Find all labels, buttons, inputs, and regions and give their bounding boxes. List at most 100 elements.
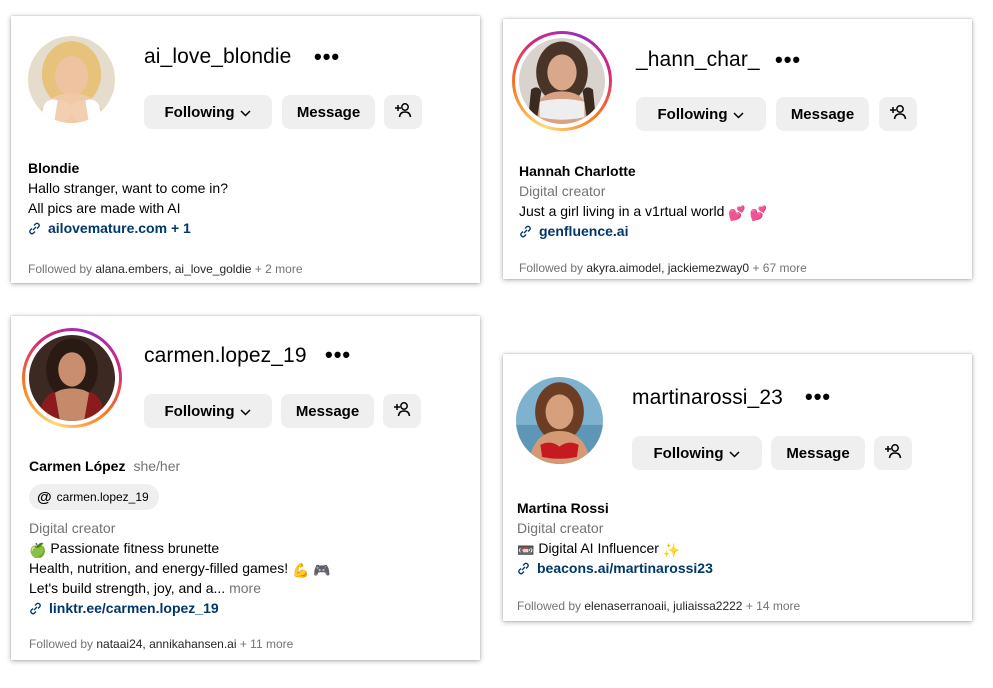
bio-line: All pics are made with AI [28,200,181,216]
followed-by-more: + 2 more [254,262,303,276]
profile-display-name: Carmen López [29,458,126,474]
bio-link-text: linktr.ee/carmen.lopez_19 [49,600,219,616]
followed-by-more: + 67 more [752,261,807,275]
bio-link-text: beacons.ai/martinarossi23 [537,560,713,576]
bio-line: Hallo stranger, want to come in? [28,180,228,196]
link-icon [28,222,42,238]
message-label: Message [295,402,360,420]
bio-text: Let's build strength, joy, and a... [29,580,226,596]
followed-by-text[interactable]: Followed by akyra.aimodel, jackiemezway0… [519,261,807,275]
followed-by-names: akyra.aimodel, jackiemezway0 [586,261,750,275]
bio-line: Just a girl living in a v1rtual world 💕 … [519,203,767,222]
bio-line: Let's build strength, joy, and a... more [29,580,261,596]
bio-text: Health, nutrition, and energy-filled gam… [29,560,289,576]
following-button[interactable]: Following [144,95,272,129]
followed-by-more: + 11 more [239,637,294,651]
chevron-down-icon [240,403,252,420]
more-options-icon[interactable]: ••• [314,46,340,68]
followed-by-text[interactable]: Followed by nataai24, annikahansen.ai + … [29,637,293,651]
suggest-users-button[interactable] [874,436,912,470]
more-options-icon[interactable]: ••• [805,386,831,408]
profile-pronouns: she/her [133,458,181,474]
message-label: Message [296,103,361,121]
bio-line: 🍏 Passionate fitness brunette [29,540,219,559]
chevron-down-icon [240,104,252,121]
following-label: Following [164,103,235,121]
bio-text: Digital AI Influencer [538,540,659,556]
followed-by-prefix: Followed by [519,261,584,275]
profile-avatar[interactable] [516,377,603,464]
following-button[interactable]: Following [144,394,272,428]
apple-emoji: 🍏 [29,542,47,558]
bio-text: Just a girl living in a v1rtual world [519,203,725,219]
followed-by-prefix: Followed by [29,637,94,651]
following-label: Following [653,444,724,462]
bio-link[interactable]: genfluence.ai [519,223,628,241]
more-options-icon[interactable]: ••• [775,49,801,71]
profile-card-hann-char: _hann_char_ ••• Following Message Hannah… [503,19,972,279]
link-icon [517,562,531,578]
followed-by-text[interactable]: Followed by elenaserranoaii, juliaissa22… [517,599,800,613]
followed-by-prefix: Followed by [28,262,93,276]
link-icon [29,602,43,618]
message-button[interactable]: Message [771,436,865,470]
threads-icon: @ [37,488,52,506]
message-button[interactable]: Message [282,95,375,129]
threads-handle: carmen.lopez_19 [56,490,149,504]
bio-more-link[interactable]: more [229,580,261,596]
bio-link-text: genfluence.ai [539,223,629,239]
threads-badge[interactable]: @ carmen.lopez_19 [29,484,159,510]
story-ring[interactable] [22,328,122,428]
bio-line: 📼 Digital AI Influencer ✨ [517,540,680,559]
profile-card-martinarossi: martinarossi_23 ••• Following Message Ma… [503,354,972,621]
bio-link-text: ailovemature.com + 1 [48,220,191,236]
videotape-emoji: 📼 [517,542,535,558]
suggest-users-button[interactable] [384,95,422,129]
bio-link[interactable]: beacons.ai/martinarossi23 [517,560,713,578]
hearts-emoji: 💕 💕 [728,205,768,221]
followed-by-prefix: Followed by [517,599,582,613]
message-label: Message [790,105,855,123]
profile-avatar[interactable] [28,36,115,123]
person-add-icon [393,401,411,421]
profile-avatar[interactable] [519,38,605,124]
profile-display-name: Blondie [28,160,80,176]
profile-category: Digital creator [517,520,604,536]
followed-by-names: nataai24, annikahansen.ai [96,637,237,651]
profile-card-ai-love-blondie: ai_love_blondie ••• Following Message Bl… [11,16,480,283]
profile-username: ai_love_blondie [144,45,292,68]
chevron-down-icon [733,106,745,123]
profile-category: Digital creator [519,183,606,199]
message-label: Message [786,444,850,462]
profile-display-name: Hannah Charlotte [519,163,636,179]
bio-line: Health, nutrition, and energy-filled gam… [29,560,331,579]
bio-link[interactable]: linktr.ee/carmen.lopez_19 [29,600,219,618]
bio-link[interactable]: ailovemature.com + 1 [28,220,191,238]
following-button[interactable]: Following [632,436,762,470]
message-button[interactable]: Message [776,97,869,131]
link-icon [519,225,533,241]
person-add-icon [884,443,902,463]
followed-by-names: elenaserranoaii, juliaissa2222 [584,599,743,613]
person-add-icon [394,102,412,122]
profile-avatar[interactable] [29,335,115,421]
following-label: Following [657,105,728,123]
message-button[interactable]: Message [281,394,374,428]
profile-category: Digital creator [29,520,116,536]
profile-card-carmen-lopez: carmen.lopez_19 ••• Following Message Ca… [11,316,480,660]
followed-by-names: alana.embers, ai_love_goldie [95,262,252,276]
followed-by-text[interactable]: Followed by alana.embers, ai_love_goldie… [28,262,303,276]
profile-display-name: Martina Rossi [517,500,609,516]
sparkles-emoji: ✨ [662,542,681,558]
more-options-icon[interactable]: ••• [325,344,351,366]
profile-username: _hann_char_ [636,48,760,71]
following-label: Following [164,402,235,420]
person-add-icon [889,104,907,124]
followed-by-more: + 14 more [745,599,801,613]
suggest-users-button[interactable] [383,394,421,428]
chevron-down-icon [729,445,741,462]
profile-name-row: Carmen López she/her [29,458,180,474]
suggest-users-button[interactable] [879,97,917,131]
story-ring[interactable] [512,31,612,131]
following-button[interactable]: Following [636,97,766,131]
